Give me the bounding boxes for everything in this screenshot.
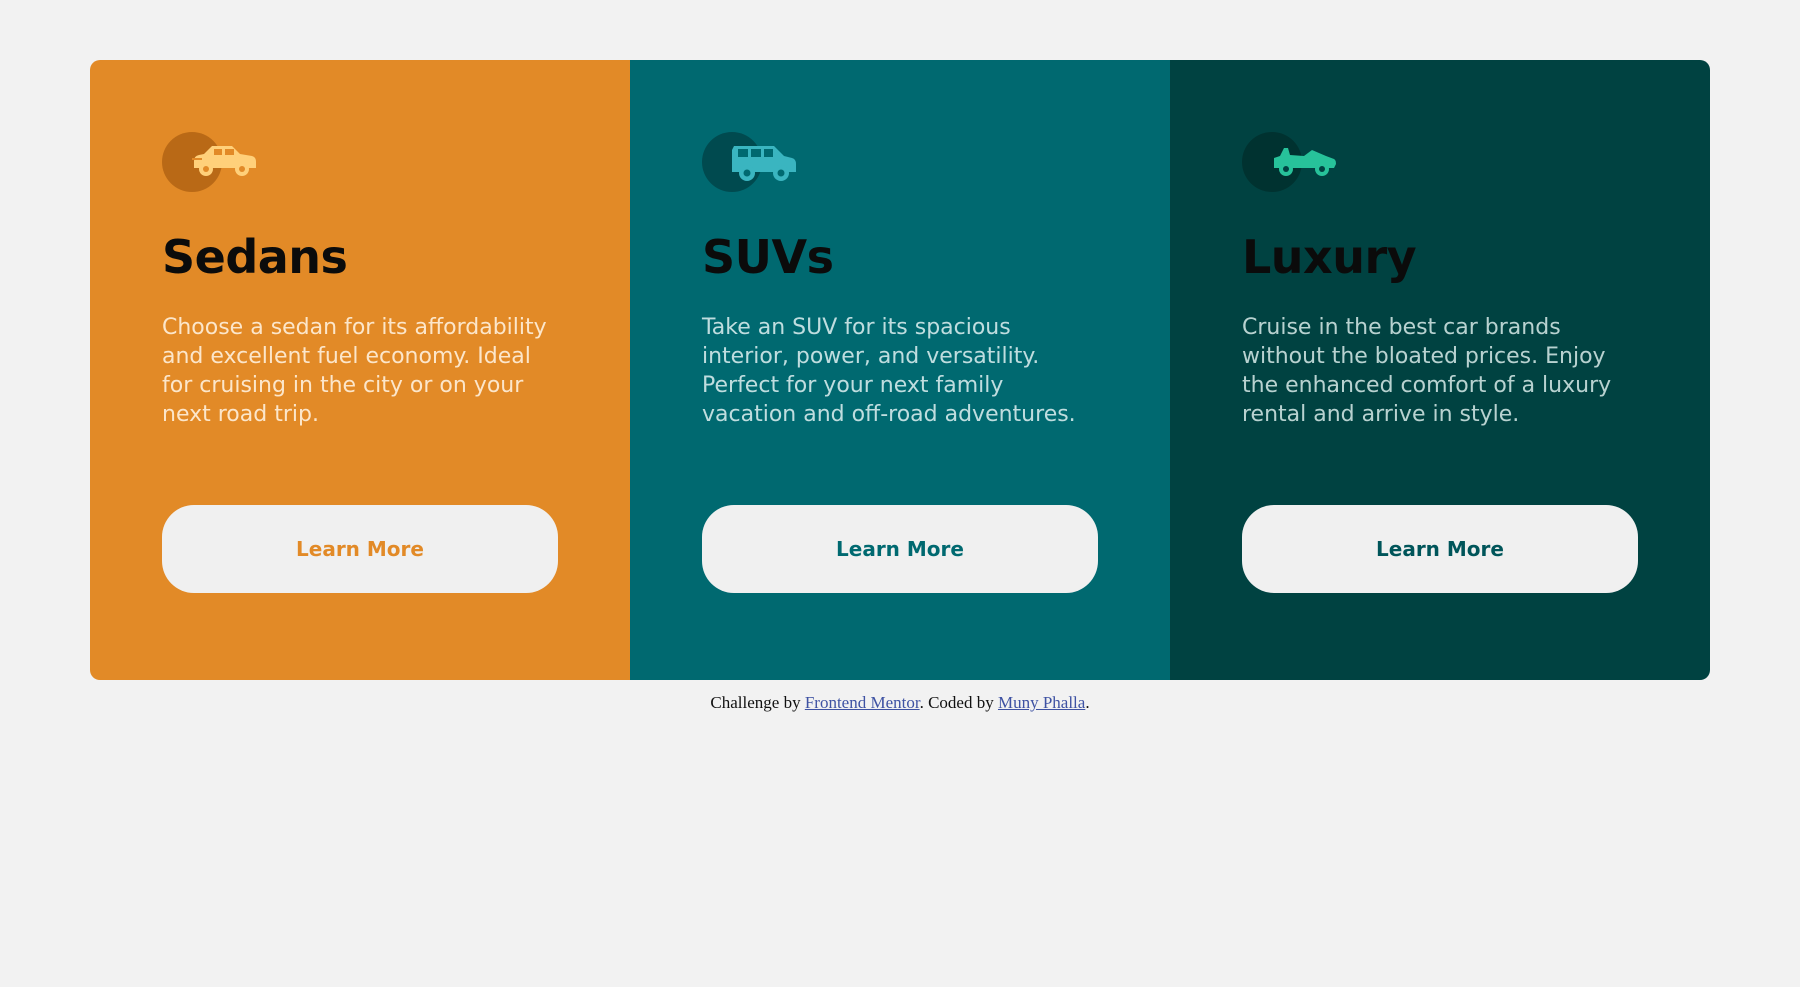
frontend-mentor-link[interactable]: Frontend Mentor	[805, 693, 920, 712]
luxury-car-icon	[1242, 132, 1342, 194]
luxury-car-svg	[1274, 148, 1336, 176]
footer-middle: . Coded by	[919, 693, 994, 712]
sedan-car-svg	[192, 146, 256, 176]
sedan-car-icon	[162, 132, 262, 194]
card-title: SUVs	[702, 230, 834, 284]
learn-more-button[interactable]: Learn More	[702, 505, 1098, 593]
author-link[interactable]: Muny Phalla	[998, 693, 1085, 712]
footer-suffix: .	[1085, 693, 1090, 712]
learn-more-button[interactable]: Learn More	[1242, 505, 1638, 593]
card-suvs: SUVs Take an SUV for its spacious interi…	[630, 60, 1170, 680]
suv-car-svg	[732, 146, 796, 181]
card-sedans: Sedans Choose a sedan for its affordabil…	[90, 60, 630, 680]
card-description: Cruise in the best car brands without th…	[1242, 315, 1612, 427]
learn-more-button[interactable]: Learn More	[162, 505, 558, 593]
card-title: Luxury	[1242, 230, 1417, 284]
attribution-footer: Challenge by Frontend Mentor. Coded by M…	[0, 693, 1800, 713]
footer-prefix: Challenge by	[710, 693, 801, 712]
card-description: Take an SUV for its spacious interior, p…	[702, 315, 1076, 427]
card-title: Sedans	[162, 230, 348, 284]
car-cards-container: Sedans Choose a sedan for its affordabil…	[90, 60, 1710, 680]
suv-car-icon	[702, 132, 802, 194]
card-luxury: Luxury Cruise in the best car brands wit…	[1170, 60, 1710, 680]
card-description: Choose a sedan for its affordability and…	[162, 315, 547, 427]
